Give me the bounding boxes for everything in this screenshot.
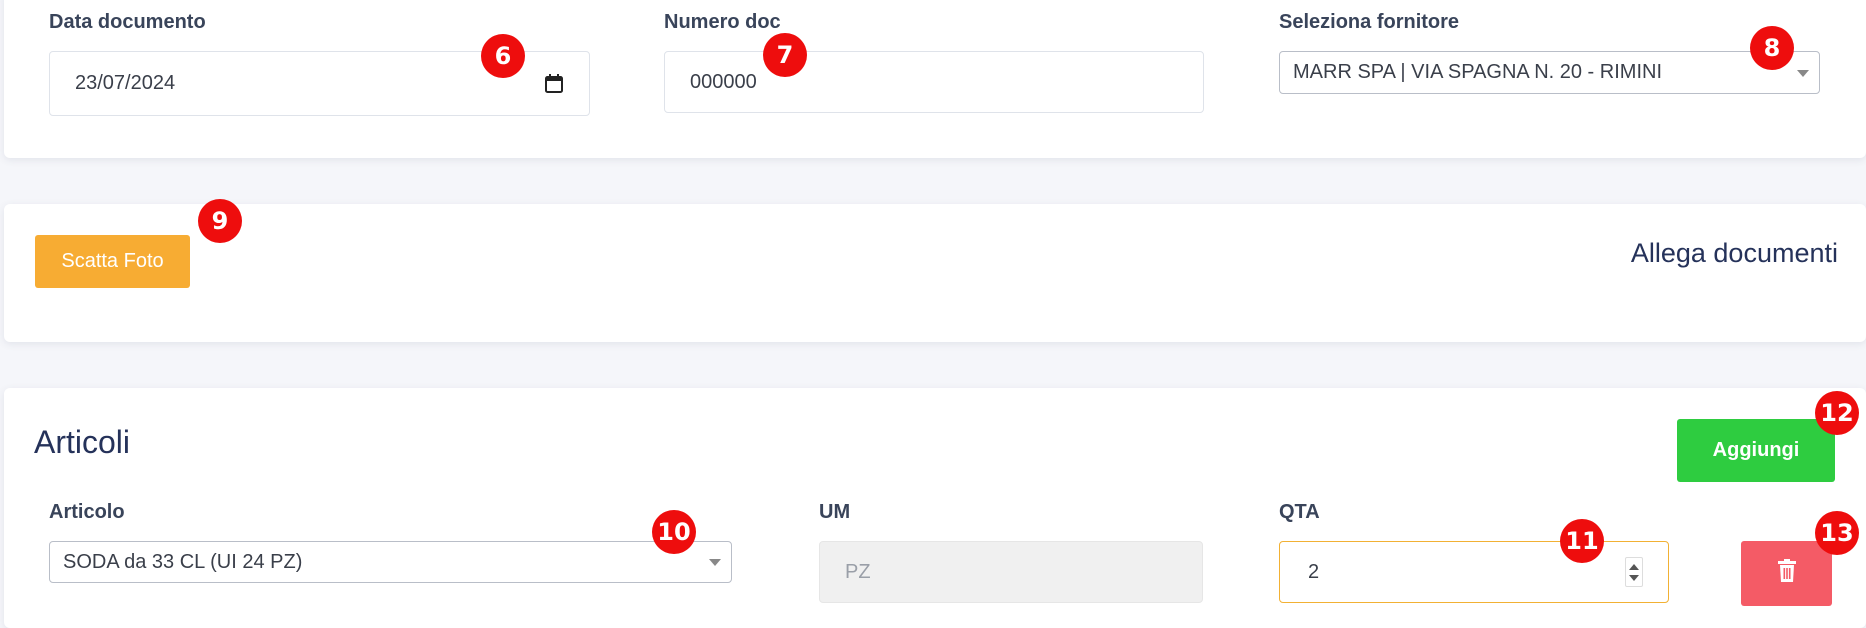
- numero-doc-input[interactable]: 000000: [664, 51, 1204, 113]
- data-documento-value: 23/07/2024: [75, 72, 176, 94]
- seleziona-fornitore-label: Seleziona fornitore: [1279, 11, 1460, 33]
- chevron-down-icon: [709, 559, 721, 566]
- articoli-title: Articoli: [34, 424, 131, 460]
- articolo-value: SODA da 33 CL (UI 24 PZ): [63, 550, 303, 573]
- marker-13: 13: [1815, 511, 1859, 555]
- qta-value: 2: [1308, 560, 1320, 583]
- um-label: UM: [819, 501, 851, 523]
- spinner-arrows-icon[interactable]: [1625, 557, 1643, 587]
- delete-row-button[interactable]: [1741, 541, 1832, 606]
- marker-8: 8: [1750, 26, 1794, 70]
- attachments-card: Scatta Foto Allega documenti: [4, 204, 1866, 342]
- marker-10: 10: [652, 510, 696, 554]
- scatta-foto-button[interactable]: Scatta Foto: [35, 235, 190, 288]
- chevron-down-icon: [1797, 70, 1809, 77]
- marker-11: 11: [1560, 519, 1604, 563]
- fornitore-value: MARR SPA | VIA SPAGNA N. 20 - RIMINI: [1293, 61, 1662, 83]
- fornitore-select[interactable]: MARR SPA | VIA SPAGNA N. 20 - RIMINI: [1279, 51, 1820, 94]
- marker-6: 6: [481, 34, 525, 78]
- marker-12: 12: [1815, 391, 1859, 435]
- trash-icon: [1777, 558, 1797, 589]
- qta-input[interactable]: 2: [1279, 541, 1669, 603]
- allega-documenti-title: Allega documenti: [1630, 238, 1838, 268]
- marker-9: 9: [198, 199, 242, 243]
- um-value: PZ: [845, 560, 871, 583]
- marker-7: 7: [763, 33, 807, 77]
- articolo-select[interactable]: SODA da 33 CL (UI 24 PZ): [49, 541, 732, 583]
- document-details-card: Data documento 23/07/2024 Numero doc 000…: [4, 0, 1866, 158]
- articles-card: Articoli Aggiungi Articolo SODA da 33 CL…: [4, 388, 1866, 628]
- articolo-label: Articolo: [49, 501, 125, 523]
- qta-label: QTA: [1279, 501, 1320, 523]
- aggiungi-button[interactable]: Aggiungi: [1677, 419, 1835, 482]
- calendar-icon[interactable]: [545, 74, 563, 99]
- numero-doc-label: Numero doc: [664, 11, 781, 33]
- data-documento-label: Data documento: [49, 11, 206, 33]
- numero-doc-value: 000000: [690, 70, 757, 93]
- um-input: PZ: [819, 541, 1203, 603]
